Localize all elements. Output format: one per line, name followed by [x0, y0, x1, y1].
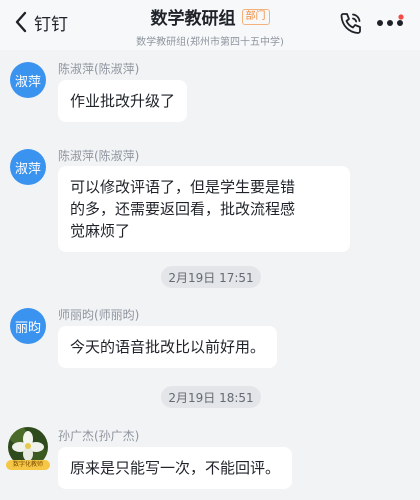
chat-title: 数学教研组 — [150, 9, 236, 29]
teacher-tag: 数字化教师 — [6, 460, 50, 470]
more-dots-icon — [377, 14, 404, 26]
avatar[interactable]: 淑萍 — [10, 149, 46, 185]
message-bubble[interactable]: 原来是只能写一次，不能回评。 — [58, 447, 293, 489]
more-button[interactable] — [376, 14, 404, 30]
phone-call-icon — [340, 13, 361, 34]
message-bubble[interactable]: 今天的语音批改比以前好用。 — [58, 326, 278, 368]
message-line: 的多，还需要返回看，批改流程感 — [70, 200, 296, 218]
message-bubble[interactable]: 作业批改升级了 — [58, 80, 188, 122]
call-button[interactable] — [338, 10, 364, 36]
avatar[interactable]: 丽昀 — [10, 308, 46, 344]
chat-header: 钉钉 数学教研组 部门 数学教研组(郑州市第四十五中学) — [0, 0, 420, 50]
message-line: 可以修改评语了，但是学生要是错 — [70, 178, 296, 196]
timestamp: 2月19日 18:51 — [161, 386, 261, 408]
avatar[interactable]: 淑萍 — [10, 62, 46, 98]
sender-name: 孙广杰(孙广杰) — [58, 429, 140, 443]
sender-name: 陈淑萍(陈淑萍) — [58, 149, 140, 163]
message-bubble[interactable]: 可以修改评语了，但是学生要是错 的多，还需要返回看，批改流程感 觉麻烦了 — [58, 166, 350, 252]
department-badge: 部门 — [241, 8, 270, 25]
timestamp: 2月19日 17:51 — [161, 266, 261, 288]
sender-name: 陈淑萍(陈淑萍) — [58, 62, 140, 76]
sender-name: 师丽昀(师丽昀) — [58, 308, 140, 322]
message-line: 觉麻烦了 — [70, 222, 131, 240]
